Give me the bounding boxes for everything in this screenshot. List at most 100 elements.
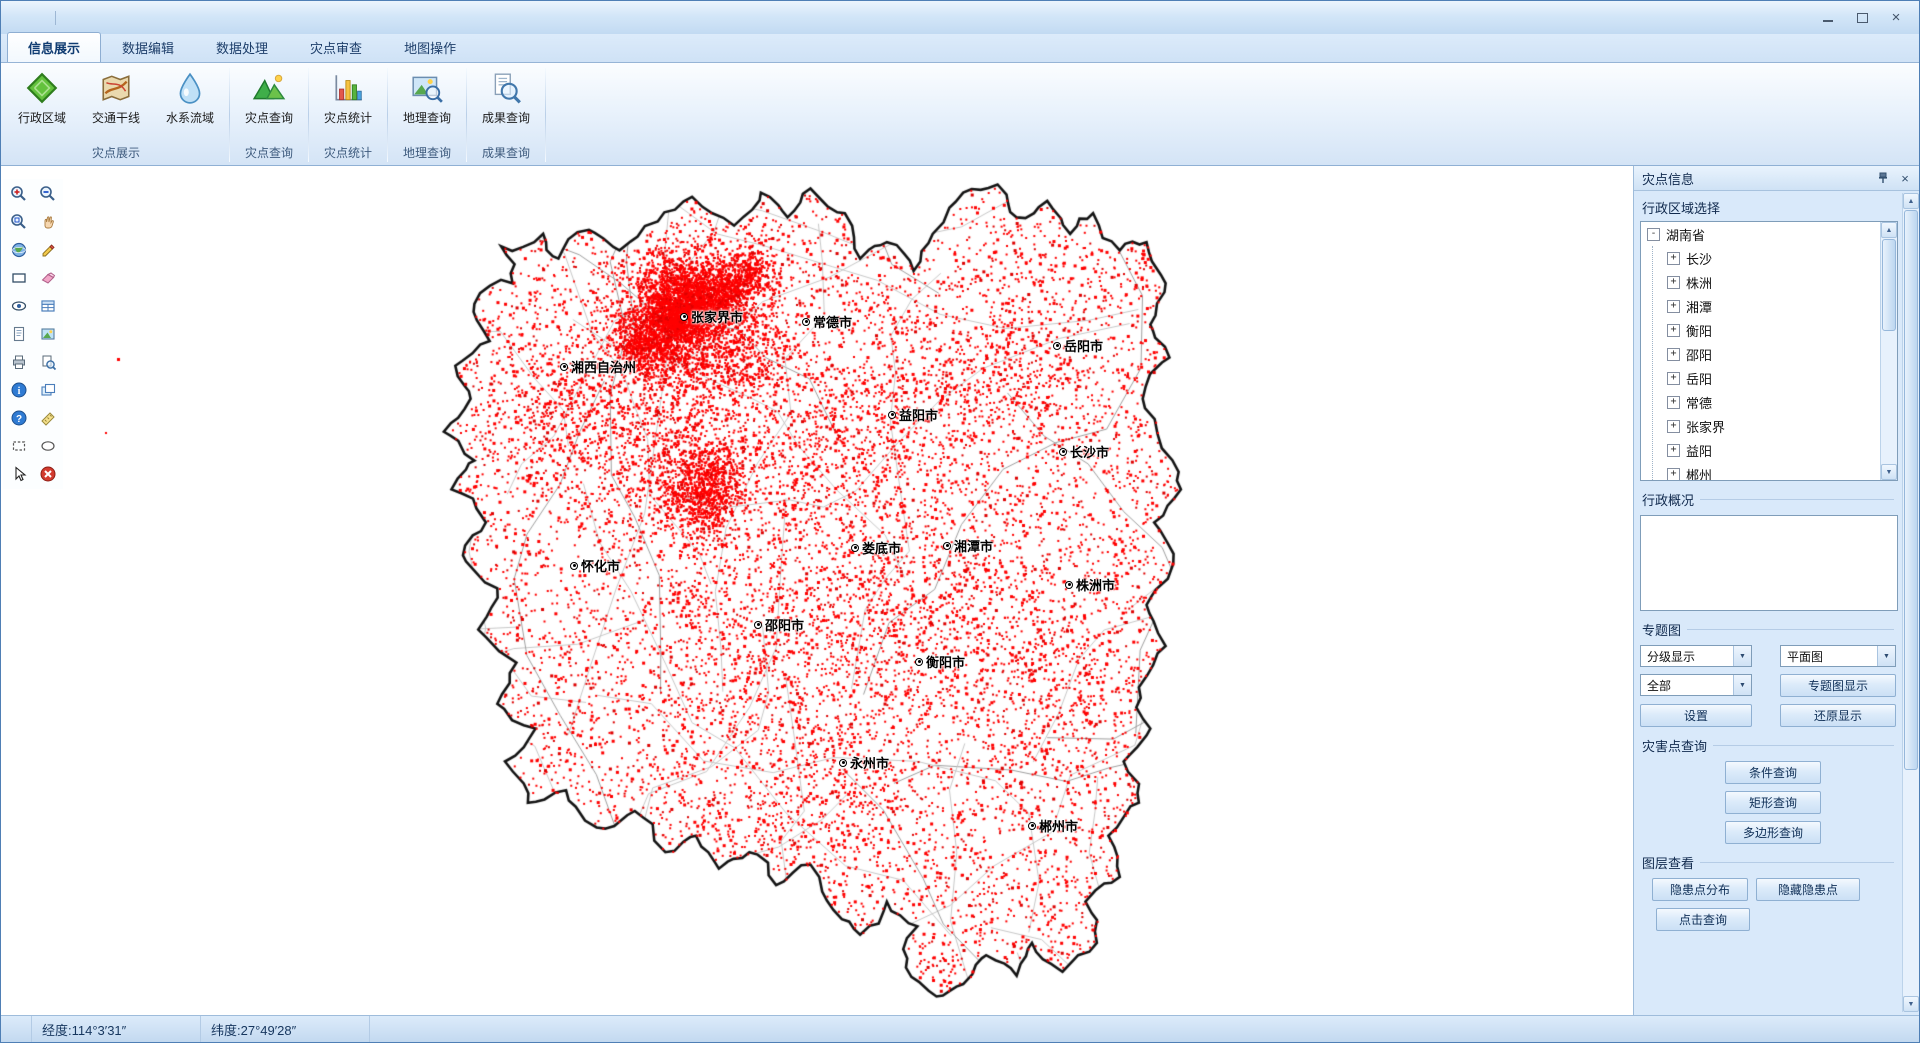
select-pointer-icon[interactable] — [4, 460, 33, 488]
geo-query-button[interactable]: 地理查询 — [390, 65, 464, 143]
settings-button[interactable]: 设置 — [1640, 704, 1752, 727]
scroll-down-icon[interactable]: ▼ — [1903, 996, 1919, 1012]
tree-node-city[interactable]: +湘潭 — [1653, 294, 1880, 318]
condition-query-button[interactable]: 条件查询 — [1725, 761, 1821, 784]
chevron-down-icon: ▼ — [1733, 675, 1751, 695]
expand-icon[interactable]: + — [1667, 396, 1680, 409]
pan-hand-icon[interactable] — [33, 208, 62, 236]
overview-caption: 行政概况 — [1634, 481, 1900, 513]
water-system-button[interactable]: 水系流域 — [153, 65, 227, 143]
expand-icon[interactable]: + — [1667, 420, 1680, 433]
eye-icon[interactable] — [4, 292, 33, 320]
panel-close-icon[interactable]: × — [1897, 170, 1913, 186]
tree-node-city[interactable]: +长沙 — [1653, 246, 1880, 270]
ribbon: 行政区域 交通干线 水系流域 灾点展示 灾点查询 — [1, 63, 1919, 166]
globe-icon[interactable] — [4, 236, 33, 264]
tab-info-display[interactable]: 信息展示 — [7, 32, 101, 62]
map-area[interactable]: 张家界市常德市岳阳市湘西自治州益阳市长沙市娄底市湘潭市株洲市怀化市邵阳市衡阳市永… — [1, 166, 1634, 1015]
measure-icon[interactable] — [33, 404, 62, 432]
tab-data-process[interactable]: 数据处理 — [195, 32, 289, 62]
tree-node-city[interactable]: +衡阳 — [1653, 318, 1880, 342]
rectangle-query-button[interactable]: 矩形查询 — [1725, 791, 1821, 814]
tab-disaster-review[interactable]: 灾点审查 — [289, 32, 383, 62]
traffic-lines-button[interactable]: 交通干线 — [79, 65, 153, 143]
layers-panel-icon[interactable] — [33, 376, 62, 404]
info-icon[interactable]: i — [4, 376, 33, 404]
disaster-query-button[interactable]: 灾点查询 — [232, 65, 306, 143]
tree-node-city[interactable]: + 郴州 — [1653, 462, 1880, 481]
pin-icon[interactable] — [1875, 170, 1891, 186]
tree-node-city[interactable]: + 株洲 — [1653, 270, 1880, 294]
zoom-free-icon[interactable] — [4, 208, 33, 236]
restore-display-button[interactable]: 还原显示 — [1780, 704, 1896, 727]
disaster-stats-button[interactable]: 灾点统计 — [311, 65, 385, 143]
mountain-icon — [252, 71, 286, 105]
report-doc-icon[interactable] — [4, 320, 33, 348]
select-rect-icon[interactable] — [4, 432, 33, 460]
polygon-query-button[interactable]: 多边形查询 — [1725, 821, 1821, 844]
map-style-select[interactable]: 平面图▼ — [1780, 645, 1896, 667]
tree-children: +长沙 + 株洲 +湘潭 +衡阳 +邵阳 +岳阳 + 常德 +张家界 +益阳 + 郴州 — [1652, 246, 1880, 481]
scrollbar-thumb[interactable] — [1904, 210, 1918, 770]
tree-node-city[interactable]: +张家界 — [1653, 414, 1880, 438]
tree-node-city[interactable]: +邵阳 — [1653, 342, 1880, 366]
ribbon-group-caption: 地理查询 — [390, 143, 464, 165]
expand-icon[interactable]: + — [1667, 372, 1680, 385]
scope-select[interactable]: 全部▼ — [1640, 674, 1752, 696]
zoom-in-icon[interactable] — [4, 180, 33, 208]
tab-data-edit[interactable]: 数据编辑 — [101, 32, 195, 62]
rect-tool-icon[interactable] — [4, 264, 33, 292]
tree-node-label: 株洲 — [1686, 273, 1712, 292]
region-icon — [25, 71, 59, 105]
hazard-distribution-button[interactable]: 隐患点分布 — [1652, 878, 1748, 901]
grade-display-select[interactable]: 分级显示▼ — [1640, 645, 1752, 667]
click-query-button[interactable]: 点击查询 — [1656, 908, 1750, 931]
expand-icon[interactable]: + — [1667, 468, 1680, 481]
print-icon[interactable] — [4, 348, 33, 376]
scroll-up-icon[interactable]: ▲ — [1903, 193, 1919, 209]
attribute-table-icon[interactable] — [33, 292, 62, 320]
tree-node-label: 郴州 — [1686, 465, 1712, 482]
tree-node-label: 常德 — [1686, 393, 1712, 412]
expand-icon[interactable]: + — [1667, 324, 1680, 337]
result-query-button[interactable]: 成果查询 — [469, 65, 543, 143]
hide-hazard-points-button[interactable]: 隐藏隐患点 — [1756, 878, 1860, 901]
disaster-query-buttons: 条件查询 矩形查询 多边形查询 — [1634, 759, 1900, 844]
panel-scrollbar[interactable]: ▲ ▼ — [1902, 193, 1919, 1012]
zoom-out-icon[interactable] — [33, 180, 62, 208]
collapse-icon[interactable]: - — [1647, 228, 1660, 241]
export-image-icon[interactable] — [33, 320, 62, 348]
maximize-button[interactable] — [1847, 8, 1877, 28]
scroll-up-icon[interactable]: ▲ — [1881, 222, 1897, 238]
expand-icon[interactable]: + — [1667, 252, 1680, 265]
map-canvas[interactable] — [1, 166, 1633, 1015]
expand-icon[interactable]: + — [1667, 444, 1680, 457]
select-ellipse-icon[interactable] — [33, 432, 62, 460]
expand-icon[interactable]: + — [1667, 348, 1680, 361]
ribbon-separator — [229, 68, 230, 162]
minimize-button[interactable] — [1813, 8, 1843, 28]
tree-node-city[interactable]: + 常德 — [1653, 390, 1880, 414]
tree-node-city[interactable]: +益阳 — [1653, 438, 1880, 462]
svg-text:?: ? — [15, 414, 21, 425]
eraser-icon[interactable] — [33, 264, 62, 292]
close-tool-icon[interactable] — [33, 460, 62, 488]
expand-icon[interactable]: + — [1667, 300, 1680, 313]
scroll-down-icon[interactable]: ▼ — [1881, 464, 1897, 480]
app-window: × 信息展示 数据编辑 数据处理 灾点审查 地图操作 行政区域 交通干线 — [0, 0, 1920, 1043]
help-globe-icon[interactable]: ? — [4, 404, 33, 432]
overview-textarea[interactable] — [1640, 515, 1898, 611]
tree-node-province[interactable]: - 湖南省 — [1641, 222, 1880, 246]
ribbon-separator — [308, 68, 309, 162]
tab-map-operations[interactable]: 地图操作 — [383, 32, 477, 62]
scrollbar-thumb[interactable] — [1882, 239, 1896, 331]
pencil-icon[interactable] — [33, 236, 62, 264]
tree-scrollbar[interactable]: ▲ ▼ — [1880, 222, 1897, 480]
thematic-caption: 专题图 — [1634, 611, 1900, 643]
admin-region-button[interactable]: 行政区域 — [5, 65, 79, 143]
print-preview-icon[interactable] — [33, 348, 62, 376]
show-thematic-button[interactable]: 专题图显示 — [1780, 674, 1896, 697]
expand-icon[interactable]: + — [1667, 276, 1680, 289]
close-button[interactable]: × — [1881, 8, 1911, 28]
tree-node-city[interactable]: +岳阳 — [1653, 366, 1880, 390]
